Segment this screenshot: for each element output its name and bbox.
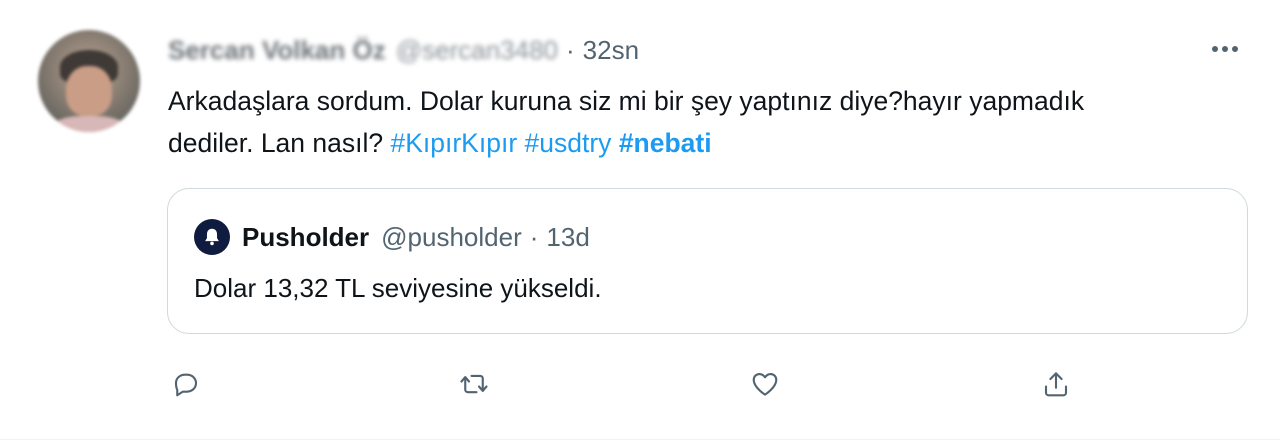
more-options-button[interactable] [1208,34,1242,64]
tweet-header: Sercan Volkan Öz @sercan3480 · 32sn [168,32,639,68]
quoted-tweet-header: Pusholder @pusholder · 13d [194,219,590,255]
tweet-actions-bar [160,362,1080,406]
quoted-tweet-timestamp[interactable]: 13d [546,222,589,253]
quoted-tweet-text: Dolar 13,32 TL seviyesine yükseldi. [194,273,602,303]
retweet-button[interactable] [452,362,496,406]
tweet-card[interactable]: Sercan Volkan Öz @sercan3480 · 32sn Arka… [0,0,1280,440]
heart-icon [752,372,778,396]
tweet-timestamp[interactable]: 32sn [583,35,639,66]
quoted-tweet[interactable]: Pusholder @pusholder · 13d Dolar 13,32 T… [167,188,1248,334]
reply-icon [174,373,198,397]
like-button[interactable] [743,362,787,406]
bell-icon [205,228,219,246]
avatar-face [66,66,112,116]
share-button[interactable] [1034,362,1078,406]
hashtag-kipirkipir[interactable]: #KıpırKıpır [390,128,517,158]
reply-button[interactable] [164,362,208,406]
quoted-author-display-name[interactable]: Pusholder [242,222,369,253]
author-display-name[interactable]: Sercan Volkan Öz [168,35,386,66]
quoted-separator-dot: · [529,221,539,252]
hashtag-nebati[interactable]: #nebati [619,128,712,158]
more-horizontal-icon [1212,46,1238,52]
retweet-icon [460,374,488,394]
hashtag-usdtry[interactable]: #usdtry [525,128,612,158]
quoted-author-handle[interactable]: @pusholder [381,222,522,253]
quoted-author-avatar[interactable] [194,219,230,255]
author-avatar[interactable] [38,30,140,132]
share-icon [1044,372,1068,397]
author-handle[interactable]: @sercan3480 [396,35,558,66]
separator-dot: · [566,34,575,65]
avatar-shirt [48,116,130,132]
tweet-text: Arkadaşlara sordum. Dolar kuruna siz mi … [168,80,1168,164]
